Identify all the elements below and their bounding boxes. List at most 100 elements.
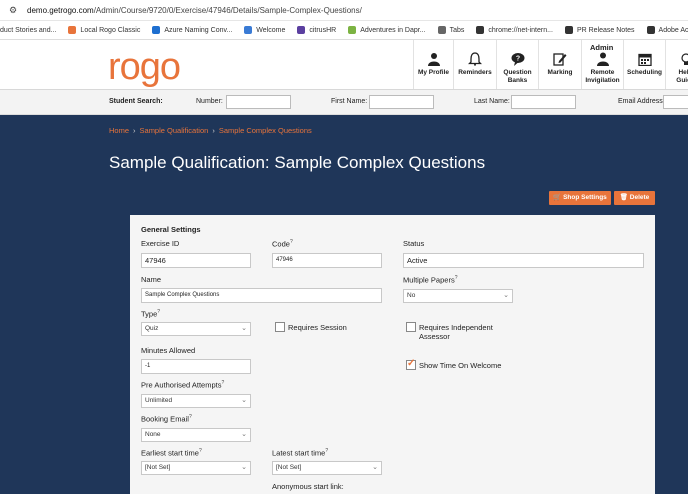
bookmark-favicon-icon bbox=[476, 26, 485, 34]
last-name-input[interactable] bbox=[511, 95, 576, 109]
nav-remote-invigilation[interactable]: Remote Invigilation bbox=[581, 40, 623, 89]
breadcrumb-qualification[interactable]: Sample Qualification bbox=[140, 126, 209, 135]
nav-marking[interactable]: Marking bbox=[538, 40, 581, 89]
nav-question-banks[interactable]: ? Question Banks bbox=[496, 40, 538, 89]
name-field[interactable]: Sample Complex Questions bbox=[141, 288, 382, 303]
bookmark-label: Welcome bbox=[256, 26, 286, 34]
section-title: General Settings bbox=[141, 225, 201, 234]
speech-bubble-icon: ? bbox=[511, 53, 524, 66]
bookmark-label: Tabs bbox=[449, 26, 465, 34]
code-label: Code? bbox=[272, 239, 293, 249]
bookmark-item[interactable]: citrusHR bbox=[297, 26, 336, 34]
bookmark-label: Adobe Acrobat bbox=[658, 26, 688, 34]
bookmark-item[interactable]: duct Stories and... bbox=[0, 27, 56, 34]
status-field[interactable]: Active bbox=[403, 253, 644, 268]
chevron-down-icon: ⌄ bbox=[241, 464, 247, 471]
requires-session-checkbox[interactable] bbox=[275, 322, 285, 332]
pre-authorised-attempts-select[interactable]: Unlimited ⌄ bbox=[141, 394, 251, 408]
email-label: Email Address: bbox=[618, 98, 665, 105]
nav-label: Marking bbox=[547, 69, 573, 76]
nav-reminders[interactable]: Reminders bbox=[453, 40, 496, 89]
bookmark-label: chrome://net-intern... bbox=[488, 26, 553, 34]
earliest-start-time-select[interactable]: [Not Set] ⌄ bbox=[141, 461, 251, 475]
nav-label: HelpGuide bbox=[676, 69, 688, 84]
bookmark-item[interactable]: Welcome bbox=[244, 26, 285, 34]
multiple-papers-label: Multiple Papers? bbox=[403, 275, 458, 285]
bookmark-favicon-icon bbox=[297, 26, 306, 34]
page-title: Sample Qualification: Sample Complex Que… bbox=[109, 153, 486, 172]
url-text[interactable]: demo.getrogo.com/Admin/Course/9720/0/Exe… bbox=[27, 6, 362, 15]
svg-text:?: ? bbox=[515, 56, 519, 63]
latest-start-time-select[interactable]: [Not Set] ⌄ bbox=[272, 461, 382, 475]
requires-independent-assessor-checkbox[interactable] bbox=[406, 322, 416, 332]
first-name-input[interactable] bbox=[369, 95, 434, 109]
bell-icon bbox=[468, 52, 482, 66]
bookmark-item[interactable]: Adobe Acrobat bbox=[646, 26, 688, 34]
anonymous-start-link-label: Anonymous start link: bbox=[272, 482, 344, 491]
help-icon[interactable]: ? bbox=[157, 309, 160, 315]
bookmark-favicon-icon bbox=[564, 26, 573, 34]
chevron-down-icon: ⌄ bbox=[372, 464, 378, 471]
multiple-papers-select[interactable]: No ⌄ bbox=[403, 289, 513, 303]
shop-settings-button[interactable]: 🛒 Shop Settings bbox=[549, 191, 611, 205]
nav-label: Question Banks bbox=[503, 69, 532, 84]
nav-scheduling[interactable]: Scheduling bbox=[623, 40, 665, 89]
calendar-icon bbox=[637, 53, 652, 66]
requires-independent-label-line2: Assessor bbox=[419, 332, 450, 341]
bookmark-label: Adventures in Dapr... bbox=[360, 26, 426, 34]
code-field[interactable]: 47946 bbox=[272, 253, 382, 268]
help-icon[interactable]: ? bbox=[325, 448, 328, 454]
exercise-id-field[interactable]: 47946 bbox=[141, 253, 251, 268]
cart-icon: 🛒 bbox=[553, 194, 562, 201]
booking-email-label: Booking Email? bbox=[141, 414, 192, 424]
nav-label: Scheduling bbox=[626, 69, 663, 76]
show-time-on-welcome-checkbox[interactable] bbox=[406, 358, 416, 370]
show-time-label: Show Time On Welcome bbox=[419, 361, 502, 370]
bookmarks-bar: duct Stories and... Local Rogo Classic Azu… bbox=[0, 21, 688, 40]
help-icon[interactable]: ? bbox=[290, 239, 293, 245]
chevron-down-icon: ⌄ bbox=[241, 325, 247, 332]
bookmark-item[interactable]: Adventures in Dapr... bbox=[348, 26, 426, 34]
bookmark-favicon-icon bbox=[348, 26, 357, 34]
app-header: rogo Admin My Profile Reminders ? Questi… bbox=[0, 40, 688, 90]
exercise-id-label: Exercise ID bbox=[141, 239, 180, 248]
bookmark-item[interactable]: Tabs bbox=[437, 26, 465, 34]
help-icon[interactable]: ? bbox=[189, 414, 192, 420]
last-name-label: Last Name: bbox=[474, 98, 510, 105]
breadcrumb-home[interactable]: Home bbox=[109, 126, 129, 135]
bookmark-item[interactable]: chrome://net-intern... bbox=[476, 26, 553, 34]
bookmark-favicon-icon bbox=[68, 26, 77, 34]
nav-help-guide[interactable]: HelpGuide bbox=[665, 40, 688, 89]
help-icon[interactable]: ? bbox=[221, 380, 224, 386]
rogo-logo[interactable]: rogo bbox=[108, 48, 181, 86]
email-input[interactable] bbox=[663, 95, 688, 109]
nav-my-profile[interactable]: My Profile bbox=[413, 40, 453, 89]
minutes-allowed-label: Minutes Allowed bbox=[141, 346, 196, 355]
site-settings-icon[interactable]: ⚙ bbox=[9, 5, 21, 15]
minutes-allowed-field[interactable]: -1 bbox=[141, 359, 251, 374]
bookmark-label: duct Stories and... bbox=[0, 26, 57, 34]
bookmark-label: PR Release Notes bbox=[576, 26, 635, 34]
student-search-title: Student Search: bbox=[109, 98, 163, 105]
shop-settings-label: Shop Settings bbox=[563, 194, 607, 201]
delete-button[interactable]: 🗑 Delete bbox=[614, 191, 655, 205]
delete-label: Delete bbox=[629, 194, 650, 201]
bookmark-item[interactable]: Local Rogo Classic bbox=[68, 26, 140, 34]
status-label: Status bbox=[403, 239, 425, 248]
type-select[interactable]: Quiz ⌄ bbox=[141, 322, 251, 336]
chevron-down-icon: ⌄ bbox=[503, 292, 509, 299]
requires-independent-label: Requires Independent bbox=[419, 323, 493, 332]
breadcrumb-current[interactable]: Sample Complex Questions bbox=[219, 126, 312, 135]
help-icon[interactable]: ? bbox=[455, 275, 458, 281]
booking-email-select[interactable]: None ⌄ bbox=[141, 428, 251, 442]
help-icon[interactable]: ? bbox=[199, 448, 202, 454]
browser-address-bar[interactable]: ⚙ demo.getrogo.com/Admin/Course/9720/0/E… bbox=[0, 0, 688, 21]
latest-start-time-label: Latest start time? bbox=[272, 448, 329, 458]
bookmark-item[interactable]: PR Release Notes bbox=[564, 26, 635, 34]
bookmark-item[interactable]: Azure Naming Conv... bbox=[152, 26, 232, 34]
number-input[interactable] bbox=[226, 95, 291, 109]
lightbulb-icon bbox=[680, 53, 688, 65]
edit-icon bbox=[553, 53, 567, 66]
bookmark-favicon-icon bbox=[152, 26, 161, 34]
pre-authorised-attempts-label: Pre Authorised Attempts? bbox=[141, 380, 225, 390]
